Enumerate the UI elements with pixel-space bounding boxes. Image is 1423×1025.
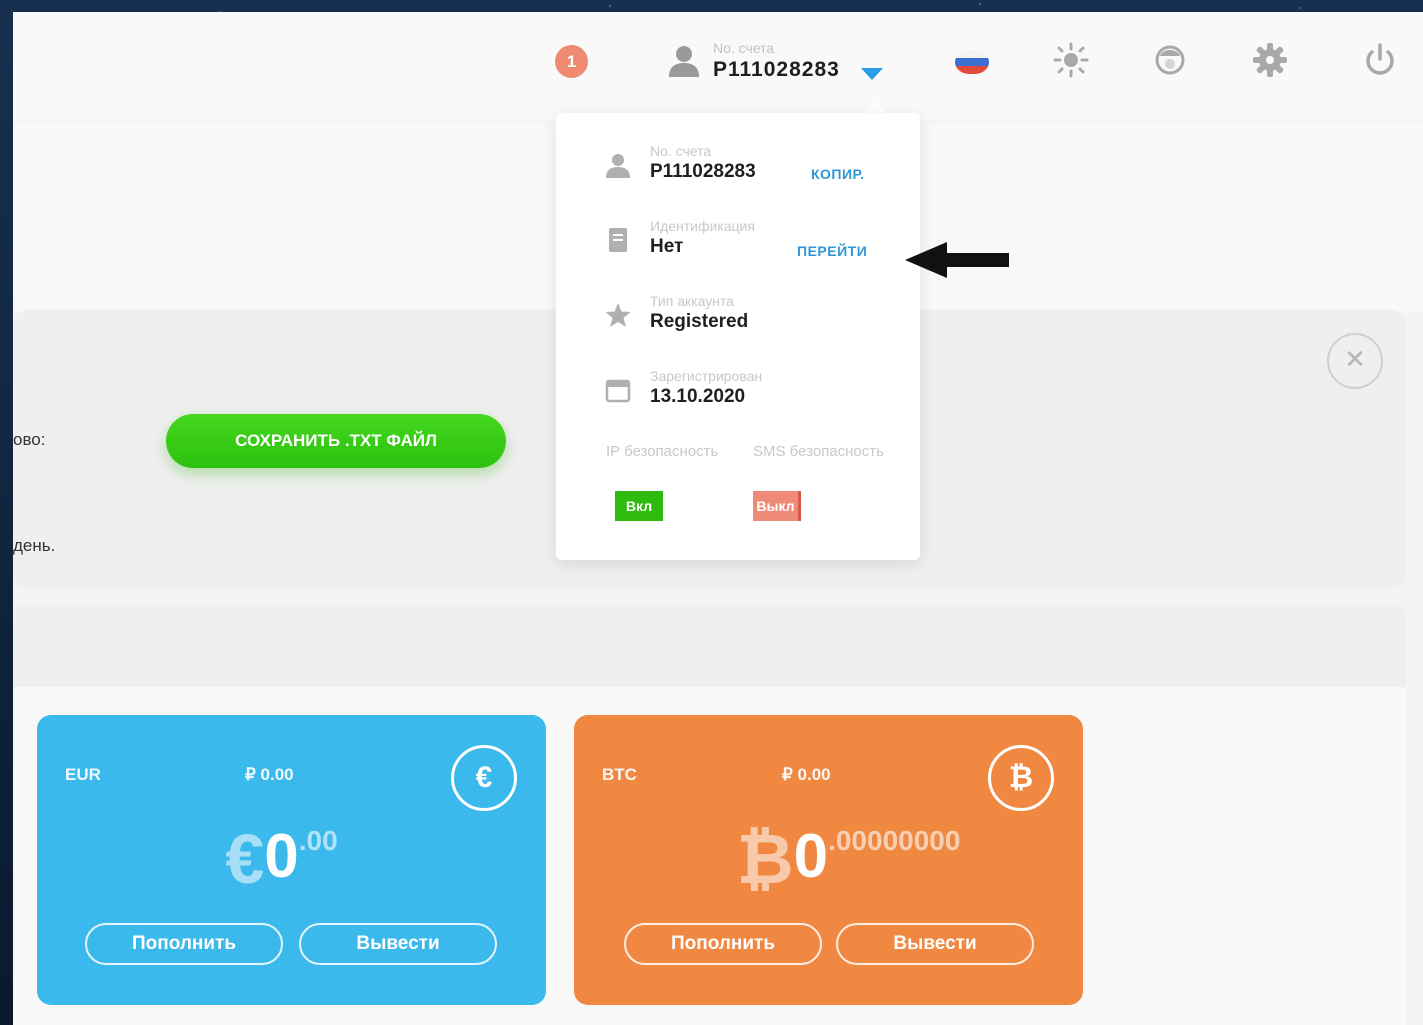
dropdown-row-identification: Идентификация Нет ПЕРЕЙТИ — [556, 218, 920, 278]
account-label: No. счета — [713, 40, 775, 56]
bitcoin-symbol: ₿ — [736, 820, 794, 898]
wallet-card-eur: EUR ₽ 0.00 € €0.00 Пополнить Вывести — [37, 715, 546, 1005]
support-icon[interactable] — [1152, 42, 1188, 78]
deposit-button[interactable]: Пополнить — [85, 923, 283, 965]
identification-status: Нет — [650, 236, 684, 257]
dropdown-label: Тип аккаунта — [650, 293, 734, 309]
bitcoin-icon: ₿ — [988, 745, 1054, 811]
top-bar: 1 No. счета P111028283 — [13, 12, 1423, 122]
account-number: P111028283 — [713, 58, 840, 81]
russia-flag-icon[interactable] — [955, 50, 989, 74]
dropdown-account-number: P111028283 — [650, 161, 756, 182]
chevron-down-icon[interactable] — [861, 68, 883, 80]
close-icon[interactable]: ✕ — [1327, 333, 1383, 389]
save-txt-file-button[interactable]: СОХРАНИТЬ .TXT ФАЙЛ — [166, 414, 506, 468]
dropdown-label: No. счета — [650, 143, 712, 159]
balance-integer: 0 — [793, 822, 829, 891]
user-icon — [669, 46, 699, 77]
wallet-card-btc: BTC ₽ 0.00 ₿ ₿0.00000000 Пополнить Вывес… — [574, 715, 1083, 1005]
wallet-currency-code: EUR — [65, 765, 101, 784]
withdraw-button[interactable]: Вывести — [836, 923, 1034, 965]
wallet-balance: ₿0.00000000 — [594, 819, 1103, 899]
wallet-rub-equivalent: ₽ 0.00 — [782, 765, 831, 784]
notice-text: ово: — [13, 430, 46, 449]
dropdown-label: Идентификация — [650, 218, 755, 234]
balance-fraction: .00 — [298, 825, 338, 856]
euro-symbol: € — [225, 820, 265, 898]
copy-link[interactable]: КОПИР. — [811, 166, 865, 182]
account-dropdown: No. счета P111028283 КОПИР. Идентификаци… — [556, 113, 920, 560]
wallet-balance: €0.00 — [27, 819, 536, 899]
dropdown-row-account: No. счета P111028283 КОПИР. — [556, 143, 920, 203]
calendar-icon — [605, 379, 631, 403]
balance-integer: 0 — [264, 822, 299, 891]
document-icon — [609, 228, 627, 252]
notice-text: день. — [13, 536, 56, 555]
balance-fraction: .00000000 — [828, 825, 961, 856]
user-icon — [606, 154, 630, 178]
sms-security-label: SMS безопасность — [753, 443, 884, 460]
account-type-value: Registered — [650, 311, 749, 332]
wallet-rub-equivalent: ₽ 0.00 — [245, 765, 294, 784]
notification-badge[interactable]: 1 — [555, 45, 588, 78]
sms-security-toggle[interactable]: Выкл — [753, 491, 801, 521]
annotation-arrow-icon — [905, 242, 1009, 278]
sun-icon[interactable] — [1053, 42, 1089, 78]
ip-security-toggle[interactable]: Вкл — [615, 491, 663, 521]
ip-security-label: IP безопасность — [606, 443, 719, 460]
account-selector[interactable]: No. счета P111028283 — [663, 38, 893, 98]
dropdown-row-account-type: Тип аккаунта Registered — [556, 293, 920, 353]
dropdown-label: Зарегистрирован — [650, 368, 763, 384]
gear-icon[interactable] — [1252, 42, 1288, 78]
go-to-verification-link[interactable]: ПЕРЕЙТИ — [797, 243, 867, 259]
wallet-currency-code: BTC — [602, 765, 637, 784]
registration-date: 13.10.2020 — [650, 386, 746, 407]
app-window: 1 No. счета P111028283 ово: день. СОХРАН… — [13, 12, 1423, 1025]
star-icon — [605, 303, 631, 327]
dropdown-row-registered: Зарегистрирован 13.10.2020 — [556, 368, 920, 428]
withdraw-button[interactable]: Вывести — [299, 923, 497, 965]
deposit-button[interactable]: Пополнить — [624, 923, 822, 965]
power-icon[interactable] — [1362, 42, 1398, 78]
euro-icon: € — [451, 745, 517, 811]
